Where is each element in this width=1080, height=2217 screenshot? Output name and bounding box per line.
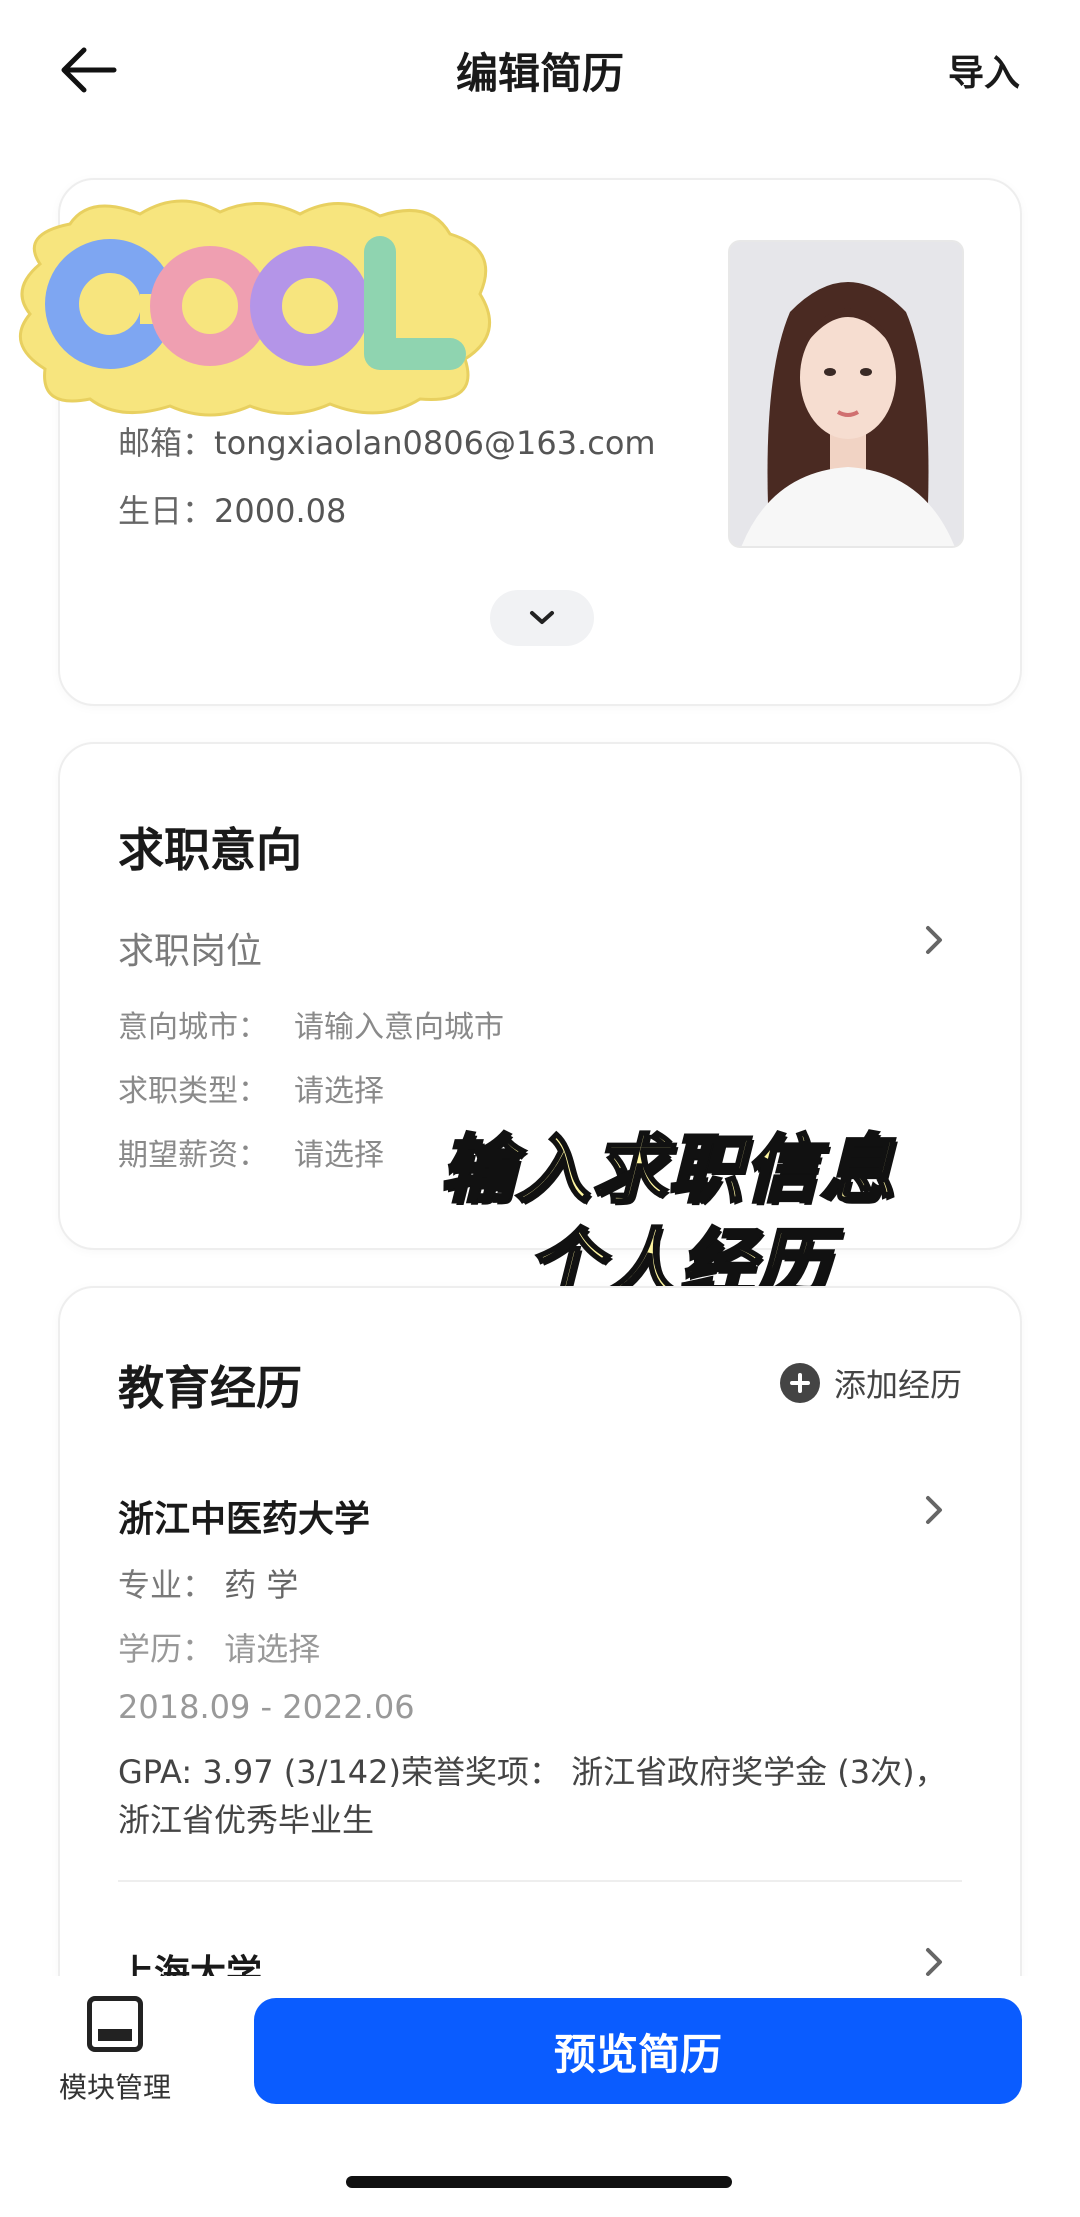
home-indicator: [346, 2176, 732, 2188]
page-title: 编辑简历: [455, 49, 624, 98]
expand-button[interactable]: [490, 590, 594, 646]
import-button[interactable]: 导入: [948, 44, 1020, 96]
module-manage-label: 模块管理: [58, 2071, 171, 2104]
degree-row: 学历： 请选择: [118, 1624, 320, 1670]
divider: [118, 1880, 962, 1882]
email-label: 邮箱：: [118, 424, 215, 462]
plus-circle-icon: [779, 1363, 820, 1403]
city-input[interactable]: 请输入意向城市: [294, 1002, 504, 1046]
email-row: 邮箱：tongxiaolan0806@163.com: [118, 418, 656, 464]
city-label: 意向城市：: [118, 1010, 268, 1045]
cool-sticker: [10, 194, 510, 424]
education-card: 教育经历 添加经历 浙江中医药大学 专业： 药 学 学历： 请选择 2018.0…: [58, 1286, 1022, 2046]
chevron-right-icon[interactable]: [922, 1946, 946, 1978]
period-value: 2018.09 - 2022.06: [118, 1688, 415, 1726]
school-name[interactable]: 浙江中医药大学: [118, 1490, 370, 1542]
salary-select[interactable]: 请选择: [294, 1130, 384, 1174]
profile-photo[interactable]: [728, 240, 964, 548]
degree-label: 学历：: [118, 1630, 215, 1668]
add-experience-label: 添加经历: [833, 1366, 962, 1404]
job-position-row[interactable]: 求职岗位: [118, 922, 262, 974]
type-label: 求职类型：: [118, 1074, 268, 1109]
section-title-education: 教育经历: [118, 1361, 302, 1415]
major-label: 专业：: [118, 1566, 215, 1604]
major-value: 药 学: [224, 1566, 299, 1604]
preview-resume-button[interactable]: 预览简历: [254, 1998, 1022, 2104]
birthday-row: 生日：2000.08: [118, 486, 346, 532]
birthday-label: 生日：: [118, 492, 215, 530]
salary-label: 期望薪资：: [118, 1138, 268, 1173]
add-experience-button[interactable]: 添加经历: [779, 1360, 962, 1406]
profile-card[interactable]: 邮箱：tongxiaolan0806@163.com 生日：2000.08: [19, 178, 1022, 706]
overlay-caption-line1: 输入求职信息: [439, 1126, 896, 1215]
module-manage-button[interactable]: 模块管理: [50, 1996, 180, 2106]
type-select[interactable]: 请选择: [294, 1066, 384, 1110]
major-row: 专业： 药 学: [118, 1560, 298, 1606]
period-row: 2018.09 - 2022.06: [118, 1688, 415, 1726]
email-value: tongxiaolan0806@163.com: [214, 424, 656, 462]
section-title-intent: 求职意向: [118, 823, 302, 877]
chevron-right-icon[interactable]: [922, 924, 946, 956]
top-bar: 编辑简历 导入: [0, 0, 1080, 140]
chevron-down-icon: [530, 611, 554, 624]
birthday-value: 2000.08: [214, 492, 347, 530]
degree-value[interactable]: 请选择: [224, 1630, 320, 1668]
chevron-right-icon[interactable]: [922, 1494, 946, 1526]
gpa-honors-text: GPA: 3.97 (3/142)荣誉奖项： 浙江省政府奖学金 (3次)，浙江省…: [118, 1753, 947, 1839]
module-icon: [87, 1996, 143, 2052]
